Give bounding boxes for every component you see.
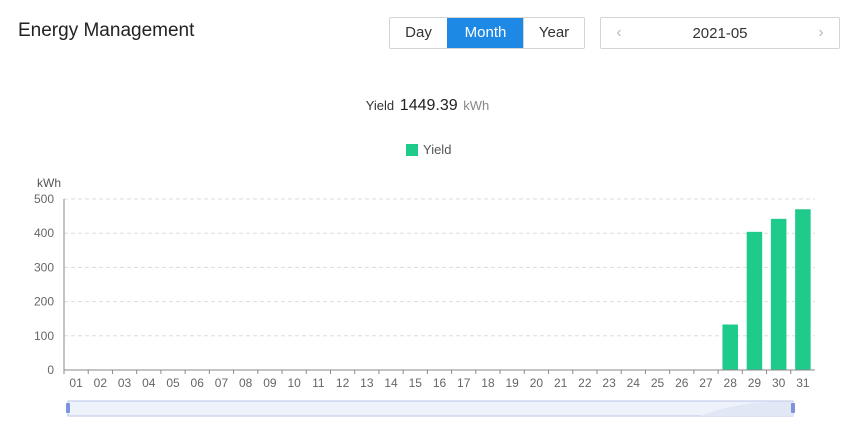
x-tick-label: 15 bbox=[409, 376, 423, 390]
x-tick-label: 18 bbox=[481, 376, 495, 390]
x-axis-ticks: 01 02 03 04 05 06 07 08 09 10 11 12 13 14 15 16 17 18 19 20… bbox=[63, 370, 810, 390]
bar-day-30[interactable] bbox=[770, 218, 787, 370]
x-tick-label: 12 bbox=[336, 376, 350, 390]
x-tick-label: 13 bbox=[360, 376, 374, 390]
x-tick-label: 28 bbox=[724, 376, 738, 390]
x-tick-label: 16 bbox=[433, 376, 447, 390]
zoom-handle-right[interactable] bbox=[791, 403, 795, 413]
bar-day-31[interactable] bbox=[795, 209, 811, 370]
x-tick-label: 01 bbox=[69, 376, 83, 390]
y-tick-label: 400 bbox=[34, 226, 54, 240]
bar-day-29[interactable] bbox=[746, 231, 763, 370]
y-tick-label: 200 bbox=[34, 295, 54, 309]
x-tick-label: 04 bbox=[142, 376, 156, 390]
y-axis-unit-label: kWh bbox=[37, 176, 61, 190]
x-tick-label: 20 bbox=[530, 376, 544, 390]
x-tick-label: 25 bbox=[651, 376, 665, 390]
x-tick-label: 19 bbox=[505, 376, 519, 390]
x-tick-label: 21 bbox=[554, 376, 568, 390]
zoom-slider-track[interactable] bbox=[67, 400, 794, 417]
bar-day-28[interactable] bbox=[722, 324, 738, 370]
yield-bar-chart: kWh 0 100 200 300 400 500 01 02 03 04 05 06 07 08 09 1… bbox=[34, 176, 815, 417]
x-tick-label: 03 bbox=[118, 376, 132, 390]
x-tick-label: 08 bbox=[239, 376, 253, 390]
chart-grid bbox=[63, 198, 815, 370]
x-tick-label: 06 bbox=[191, 376, 205, 390]
x-tick-label: 29 bbox=[748, 376, 762, 390]
x-tick-label: 31 bbox=[796, 376, 810, 390]
x-tick-label: 05 bbox=[166, 376, 180, 390]
x-tick-label: 11 bbox=[312, 376, 325, 390]
zoom-slider[interactable] bbox=[66, 400, 795, 417]
x-tick-label: 26 bbox=[675, 376, 689, 390]
zoom-handle-left[interactable] bbox=[66, 403, 70, 413]
x-tick-label: 27 bbox=[699, 376, 713, 390]
x-tick-label: 24 bbox=[627, 376, 641, 390]
x-tick-label: 09 bbox=[263, 376, 277, 390]
x-tick-label: 30 bbox=[772, 376, 786, 390]
y-tick-label: 500 bbox=[34, 192, 54, 206]
x-tick-label: 17 bbox=[457, 376, 471, 390]
x-tick-label: 14 bbox=[384, 376, 398, 390]
x-tick-label: 22 bbox=[578, 376, 592, 390]
y-tick-label: 0 bbox=[47, 363, 54, 377]
x-tick-label: 23 bbox=[602, 376, 616, 390]
x-tick-label: 02 bbox=[94, 376, 108, 390]
x-tick-label: 07 bbox=[215, 376, 229, 390]
x-tick-label: 10 bbox=[287, 376, 301, 390]
y-tick-label: 300 bbox=[34, 260, 54, 274]
y-axis-ticks: 0 100 200 300 400 500 bbox=[34, 192, 54, 377]
y-tick-label: 100 bbox=[34, 329, 54, 343]
